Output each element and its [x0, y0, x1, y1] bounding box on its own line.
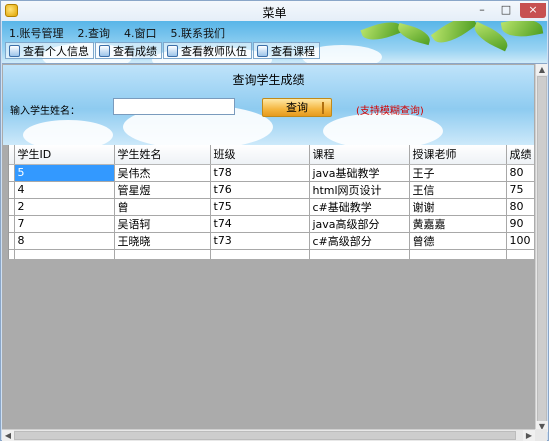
tool-label: 查看课程: [271, 44, 315, 58]
horizontal-scroll-thumb[interactable]: [14, 431, 516, 440]
cell-course[interactable]: c#高级部分: [309, 232, 410, 250]
document-icon: [99, 44, 110, 57]
document-icon: [9, 44, 20, 57]
cell-name[interactable]: 曾: [114, 198, 211, 216]
tool-personal-info[interactable]: 查看个人信息: [5, 42, 94, 59]
horizontal-scrollbar[interactable]: ◀ ▶: [2, 429, 535, 441]
table-row[interactable]: 8 王晓晓 t73 c#高级部分 曾德 100: [9, 232, 534, 250]
cell-score[interactable]: 100: [506, 232, 534, 250]
cell-course[interactable]: java高级部分: [309, 215, 410, 233]
maximize-button[interactable]: □: [495, 3, 517, 18]
cell-score[interactable]: 80: [506, 164, 534, 182]
cell-course[interactable]: c#基础教学: [309, 198, 410, 216]
cell-teacher[interactable]: 曾德: [409, 232, 507, 250]
menu-window[interactable]: 4.窗口: [124, 25, 157, 41]
close-button[interactable]: ×: [520, 3, 546, 18]
cell-class[interactable]: t73: [210, 232, 310, 250]
cell-course[interactable]: html网页设计: [309, 181, 410, 199]
tool-courses[interactable]: 查看课程: [253, 42, 320, 59]
cell-score[interactable]: 80: [506, 198, 534, 216]
cell-teacher[interactable]: 黄嘉嘉: [409, 215, 507, 233]
toolbar: 查看个人信息 查看成绩 查看教师队伍 查看课程: [5, 42, 320, 60]
student-name-label: 输入学生姓名：: [10, 106, 80, 117]
tool-label: 查看教师队伍: [181, 44, 247, 58]
fuzzy-search-hint: (支持模糊查询): [356, 106, 424, 117]
cell-score[interactable]: [506, 249, 534, 259]
scroll-up-icon[interactable]: ▲: [536, 64, 548, 75]
cell-teacher[interactable]: [409, 249, 507, 259]
cell-id[interactable]: 4: [14, 181, 115, 199]
window-title: 菜单: [262, 6, 287, 20]
menu-query[interactable]: 2.查询: [78, 25, 111, 41]
cell-class[interactable]: [210, 249, 310, 259]
menu-account[interactable]: 1.账号管理: [9, 25, 64, 41]
query-panel: 查询学生成绩 输入学生姓名： 查询 (支持模糊查询): [3, 65, 534, 145]
cell-name[interactable]: [114, 249, 211, 259]
table-row[interactable]: 7 吴语轲 t74 java高级部分 黄嘉嘉 90: [9, 215, 534, 233]
scroll-left-icon[interactable]: ◀: [2, 430, 14, 441]
cell-teacher[interactable]: 王子: [409, 164, 507, 182]
size-grip: [535, 429, 547, 441]
vertical-scrollbar[interactable]: ▲ ▼: [535, 64, 548, 432]
student-name-input[interactable]: [113, 98, 235, 115]
menu-contact[interactable]: 5.联系我们: [171, 25, 226, 41]
cell-teacher[interactable]: 谢谢: [409, 198, 507, 216]
column-header-course[interactable]: 课程: [309, 145, 410, 165]
tool-label: 查看个人信息: [23, 44, 89, 58]
column-header-class[interactable]: 班级: [210, 145, 310, 165]
table-row[interactable]: 4 管星煜 t76 html网页设计 王信 75: [9, 181, 534, 199]
cell-class[interactable]: t78: [210, 164, 310, 182]
title-bar: 菜单 – □ ×: [1, 1, 548, 21]
grid-header-row: 学生ID 学生姓名 班级 课程 授课老师 成绩: [9, 145, 534, 165]
tool-label: 查看成绩: [113, 44, 157, 58]
cell-name[interactable]: 王晓晓: [114, 232, 211, 250]
minimize-button[interactable]: –: [471, 3, 493, 18]
cell-id[interactable]: [14, 249, 115, 259]
mdi-client-area: 查询学生成绩 输入学生姓名： 查询 (支持模糊查询) 学生ID 学生姓名 班级 …: [2, 63, 548, 441]
panel-title: 查询学生成绩: [232, 73, 305, 87]
cell-id[interactable]: 8: [14, 232, 115, 250]
cell-id[interactable]: 5: [14, 164, 115, 182]
cell-course[interactable]: [309, 249, 410, 259]
document-icon: [167, 44, 178, 57]
document-icon: [257, 44, 268, 57]
cell-class[interactable]: t75: [210, 198, 310, 216]
new-row[interactable]: [9, 249, 534, 259]
table-row[interactable]: 2 曾 t75 c#基础教学 谢谢 80: [9, 198, 534, 216]
table-row[interactable]: 5 吴伟杰 t78 java基础教学 王子 80: [9, 164, 534, 182]
cell-id[interactable]: 2: [14, 198, 115, 216]
menu-bar: 1.账号管理 2.查询 4.窗口 5.联系我们: [9, 25, 225, 41]
cell-id[interactable]: 7: [14, 215, 115, 233]
cell-score[interactable]: 90: [506, 215, 534, 233]
tool-teachers[interactable]: 查看教师队伍: [163, 42, 252, 59]
cell-class[interactable]: t74: [210, 215, 310, 233]
query-button[interactable]: 查询: [262, 98, 332, 117]
cell-score[interactable]: 75: [506, 181, 534, 199]
column-header-name[interactable]: 学生姓名: [114, 145, 211, 165]
cell-name[interactable]: 吴语轲: [114, 215, 211, 233]
cell-class[interactable]: t76: [210, 181, 310, 199]
cell-name[interactable]: 吴伟杰: [114, 164, 211, 182]
cell-teacher[interactable]: 王信: [409, 181, 507, 199]
column-header-id[interactable]: 学生ID: [14, 145, 115, 165]
tool-scores[interactable]: 查看成绩: [95, 42, 162, 59]
vertical-scroll-thumb[interactable]: [537, 76, 547, 426]
column-header-teacher[interactable]: 授课老师: [409, 145, 507, 165]
cell-name[interactable]: 管星煜: [114, 181, 211, 199]
column-header-score[interactable]: 成绩: [506, 145, 534, 165]
scores-grid[interactable]: 学生ID 学生姓名 班级 课程 授课老师 成绩 5 吴伟杰 t78 java基础…: [8, 145, 534, 259]
cell-course[interactable]: java基础教学: [309, 164, 410, 182]
scroll-right-icon[interactable]: ▶: [523, 430, 535, 441]
main-window: 菜单 – □ × 1.账号管理 2.查询 4.窗口 5.联系我们 查看个人信息 …: [0, 0, 549, 441]
